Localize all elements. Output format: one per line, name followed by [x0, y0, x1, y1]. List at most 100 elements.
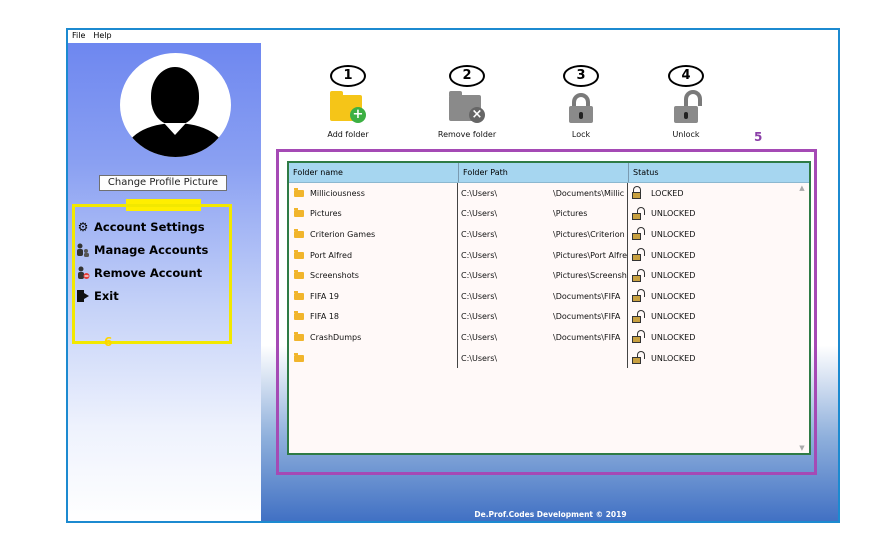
cell-folder-name: Port Alfred	[289, 244, 458, 266]
status-text: UNLOCKED	[651, 291, 696, 301]
cell-folder-name: Milliciousness	[289, 183, 458, 204]
path-prefix-text: C:\Users\	[461, 271, 498, 281]
cell-folder-name: FIFA 19	[289, 285, 458, 307]
grid-rows: Milliciousness C:\Users\ \Documents\Millic…	[289, 183, 809, 369]
exit-icon	[76, 289, 90, 303]
folder-icon	[294, 352, 304, 362]
sidebar-item-manage-accounts[interactable]: Manage Accounts	[76, 242, 208, 258]
unlock-button[interactable]: 4 Unlock	[641, 65, 731, 139]
cell-status: UNLOCKED	[628, 204, 798, 225]
unlocked-icon	[631, 248, 645, 262]
cell-status: UNLOCKED	[628, 286, 798, 307]
unlocked-icon	[631, 206, 645, 221]
cell-status: UNLOCKED	[628, 224, 798, 245]
path-suffix-text: \Pictures\Screensh	[553, 271, 627, 281]
cell-folder-name: CrashDumps	[289, 327, 458, 348]
lock-button[interactable]: 3 Lock	[536, 65, 626, 139]
path-suffix-text: \Pictures\Port Alfre	[553, 250, 628, 260]
unlocked-icon	[631, 309, 645, 324]
unlocked-icon	[631, 330, 645, 344]
folder-icon	[294, 249, 304, 259]
folder-icon	[294, 187, 304, 197]
cell-folder-path: C:\Users\ \Pictures\Screensh	[458, 265, 628, 286]
vertical-scrollbar[interactable]: ▲ ▼	[797, 184, 807, 452]
column-header-status[interactable]: Status	[629, 163, 809, 182]
toolbar-label: Add folder	[327, 130, 369, 139]
folder-icon	[294, 311, 304, 321]
folder-icon	[294, 270, 304, 280]
folder-name-text: FIFA 18	[310, 312, 340, 322]
cell-folder-path: C:\Users\ \Pictures\Criterion	[458, 224, 628, 245]
annotation-label-6: 6	[104, 335, 113, 349]
table-row[interactable]: CrashDumps C:\Users\ \Documents\FIFA UNLOCK…	[289, 327, 809, 348]
table-row[interactable]: C:\Users\ UNLOCKED	[289, 347, 809, 369]
table-row[interactable]: Criterion Games C:\Users\ \Pictures\Criter…	[289, 224, 809, 245]
folder-icon	[294, 290, 304, 300]
remove-user-icon	[76, 266, 90, 280]
footer-credit: De.Prof.Codes Development © 2019	[474, 510, 627, 519]
folder-name-text: CrashDumps	[310, 332, 362, 342]
main-panel: 1 + Add folder 2 × Remove folder 3 Lock …	[261, 43, 838, 521]
folder-grid: Folder name Folder Path Status Milliciou…	[287, 161, 811, 455]
scroll-up-icon[interactable]: ▲	[797, 184, 807, 192]
path-suffix-text: \Documents\FIFA	[553, 332, 621, 342]
path-suffix-text: \Documents\FIFA	[553, 312, 621, 322]
folder-name-text: FIFA 19	[310, 291, 340, 301]
sidebar-item-label: Account Settings	[94, 220, 205, 234]
cell-folder-path: C:\Users\	[458, 347, 628, 369]
path-prefix-text: C:\Users\	[461, 312, 498, 322]
table-row[interactable]: FIFA 19 C:\Users\ \Documents\FIFA UNLOCKED	[289, 285, 809, 307]
table-row[interactable]: Port Alfred C:\Users\ \Pictures\Port Alfre…	[289, 244, 809, 266]
path-prefix-text: C:\Users\	[461, 188, 498, 198]
table-row[interactable]: Pictures C:\Users\ \Pictures UNLOCKED	[289, 203, 809, 225]
column-header-folder-name[interactable]: Folder name	[289, 163, 459, 182]
cell-folder-name: Screenshots	[289, 265, 458, 286]
status-text: UNLOCKED	[651, 271, 696, 281]
sidebar-item-label: Manage Accounts	[94, 243, 209, 257]
table-row[interactable]: Screenshots C:\Users\ \Pictures\Screensh UN…	[289, 265, 809, 286]
column-header-folder-path[interactable]: Folder Path	[459, 163, 629, 182]
add-folder-button[interactable]: 1 + Add folder	[303, 65, 393, 139]
cell-status: UNLOCKED	[628, 327, 798, 348]
cell-status: UNLOCKED	[628, 348, 798, 369]
path-prefix-text: C:\Users\	[461, 353, 498, 363]
folder-icon	[294, 208, 304, 218]
sidebar-item-label: Remove Account	[94, 266, 203, 280]
change-profile-picture-button[interactable]: Change Profile Picture	[99, 175, 227, 191]
toolbar-label: Unlock	[672, 130, 700, 139]
status-text: UNLOCKED	[651, 332, 696, 342]
status-text: UNLOCKED	[651, 229, 696, 239]
status-text: UNLOCKED	[651, 250, 696, 260]
cell-folder-name: Criterion Games	[289, 224, 458, 245]
gear-icon: ⚙	[77, 220, 89, 234]
remove-folder-icon: ×	[445, 91, 489, 125]
path-suffix-text: \Pictures\Criterion	[553, 229, 625, 239]
users-icon	[76, 243, 90, 257]
status-text: UNLOCKED	[651, 312, 696, 322]
unlocked-icon	[631, 289, 645, 303]
cell-folder-path: C:\Users\ \Pictures	[458, 203, 628, 225]
remove-folder-button[interactable]: 2 × Remove folder	[422, 65, 512, 139]
sidebar-item-remove-account[interactable]: Remove Account	[76, 265, 202, 281]
folder-name-text: Screenshots	[310, 271, 359, 281]
status-text: LOCKED	[651, 188, 684, 198]
folder-icon	[294, 331, 304, 341]
annotation-label-5: 5	[754, 130, 763, 144]
menu-help[interactable]: Help	[89, 30, 115, 43]
sidebar-item-account-settings[interactable]: ⚙ Account Settings	[76, 219, 205, 235]
cell-folder-name: Pictures	[289, 203, 458, 225]
cell-folder-path: C:\Users\ \Documents\Millic	[458, 183, 628, 204]
add-folder-icon: +	[326, 91, 370, 125]
sidebar-item-exit[interactable]: Exit	[76, 288, 119, 304]
table-row[interactable]: Milliciousness C:\Users\ \Documents\Millic…	[289, 183, 809, 204]
cell-folder-name: FIFA 18	[289, 306, 458, 328]
status-text: UNLOCKED	[651, 353, 696, 363]
scroll-down-icon[interactable]: ▼	[797, 444, 807, 452]
annotation-number: 3	[563, 65, 599, 87]
path-suffix-text: \Pictures	[553, 209, 588, 219]
toolbar-label: Lock	[571, 130, 591, 139]
table-row[interactable]: FIFA 18 C:\Users\ \Documents\FIFA UNLOCKED	[289, 306, 809, 328]
menu-file[interactable]: File	[68, 30, 89, 43]
folder-name-text: Port Alfred	[310, 250, 353, 260]
folder-name-text: Criterion Games	[310, 229, 376, 239]
